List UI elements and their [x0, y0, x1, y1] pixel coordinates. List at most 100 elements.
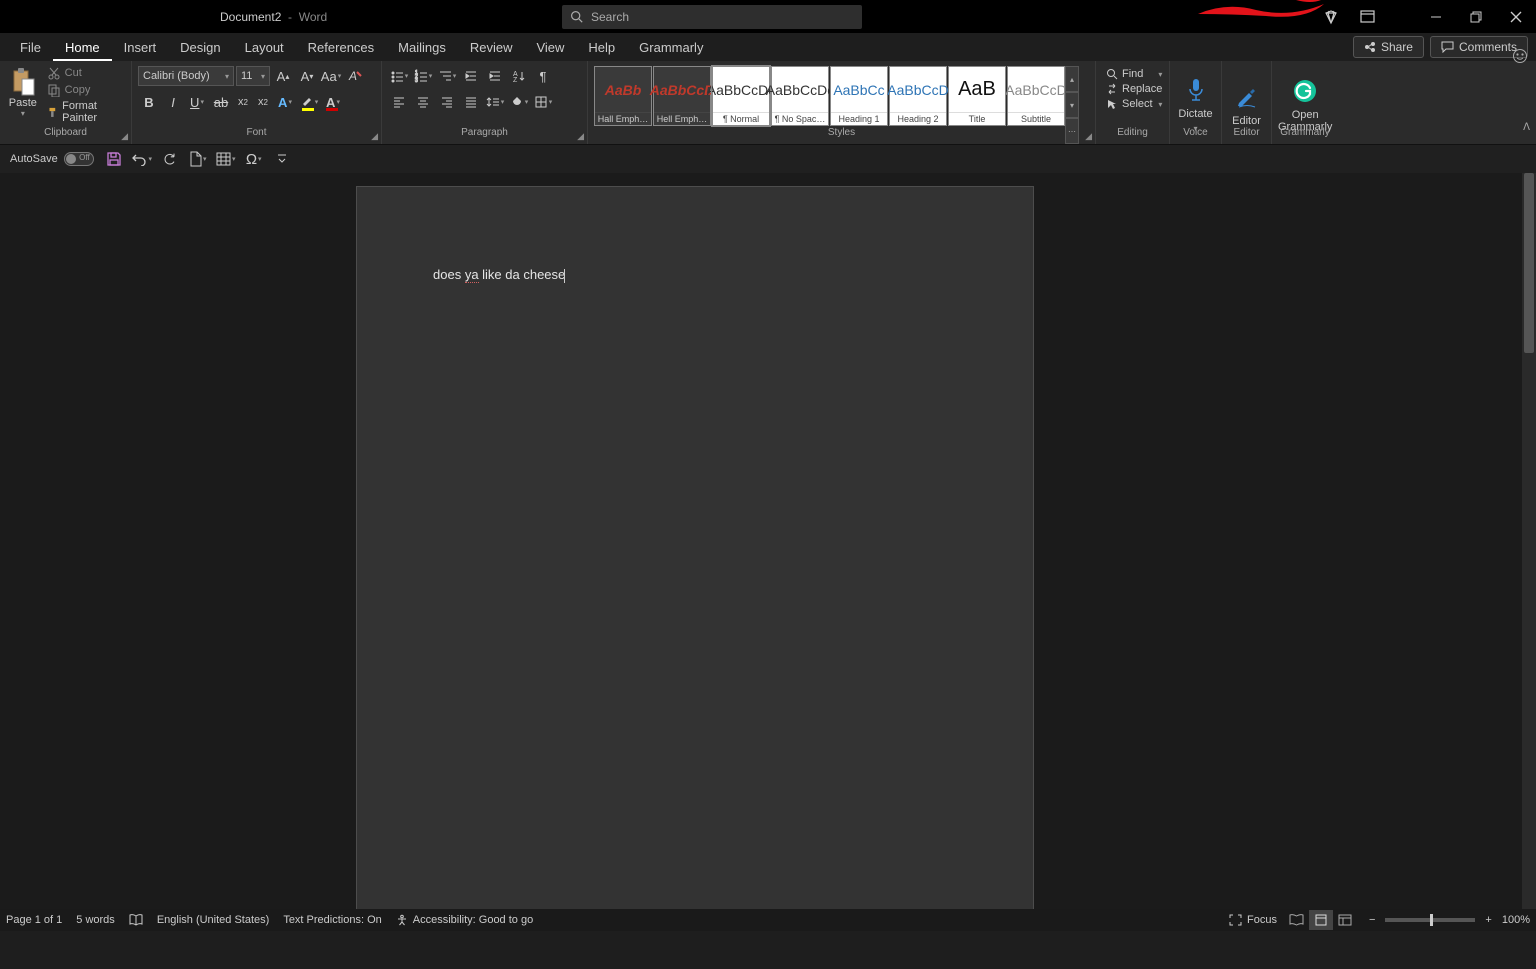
styles-scroll-down-icon[interactable]: ▾ [1065, 92, 1079, 118]
borders-button[interactable]: ▾ [532, 91, 554, 113]
line-spacing-button[interactable]: ▾ [484, 91, 506, 113]
spellcheck-status[interactable] [129, 914, 143, 926]
qat-customize-button[interactable] [270, 147, 294, 171]
text-effects-button[interactable]: A▾ [274, 91, 296, 113]
save-button[interactable] [102, 147, 126, 171]
show-paragraph-marks-button[interactable]: ¶ [532, 65, 554, 87]
document-page[interactable]: does ya like da cheese [356, 186, 1034, 909]
dialog-launcher-icon[interactable]: ◢ [577, 131, 584, 142]
tab-insert[interactable]: Insert [112, 35, 169, 61]
style-heading-2[interactable]: AaBbCcDHeading 2 [889, 66, 947, 126]
language-status[interactable]: English (United States) [157, 914, 270, 926]
align-center-button[interactable] [412, 91, 434, 113]
tab-file[interactable]: File [8, 35, 53, 61]
tab-review[interactable]: Review [458, 35, 525, 61]
style--no-spac-[interactable]: AaBbCcDc¶ No Spac… [771, 66, 829, 126]
styles-scroll-up-icon[interactable]: ▴ [1065, 66, 1079, 92]
chevron-down-icon: ▾ [21, 109, 25, 118]
vertical-scrollbar[interactable] [1522, 173, 1536, 909]
tab-view[interactable]: View [524, 35, 576, 61]
sort-button[interactable]: AZ [508, 65, 530, 87]
tab-design[interactable]: Design [168, 35, 232, 61]
style-hell-emph-[interactable]: AaBbCcDHell Emph… [653, 66, 711, 126]
font-color-button[interactable]: A▾ [322, 91, 344, 113]
underline-button[interactable]: U▾ [186, 91, 208, 113]
redo-button[interactable] [158, 147, 182, 171]
zoom-slider-thumb[interactable] [1430, 914, 1433, 926]
align-left-button[interactable] [388, 91, 410, 113]
tab-references[interactable]: References [296, 35, 386, 61]
multilevel-list-button[interactable]: ▾ [436, 65, 458, 87]
strikethrough-button[interactable]: ab [210, 91, 232, 113]
restore-button[interactable] [1456, 0, 1496, 33]
shading-button[interactable]: ▾ [508, 91, 530, 113]
tab-help[interactable]: Help [576, 35, 627, 61]
bold-button[interactable]: B [138, 91, 160, 113]
undo-button[interactable]: ▾ [130, 147, 154, 171]
read-mode-button[interactable] [1285, 910, 1309, 930]
font-size-combo[interactable]: 11▾ [236, 66, 270, 86]
replace-button[interactable]: Replace [1102, 82, 1166, 96]
font-name-combo[interactable]: Calibri (Body)▾ [138, 66, 234, 86]
focus-mode-button[interactable]: Focus [1229, 914, 1277, 926]
format-painter-button[interactable]: Format Painter [44, 99, 125, 125]
text-predictions-status[interactable]: Text Predictions: On [283, 914, 381, 926]
tab-home[interactable]: Home [53, 35, 112, 61]
style-title[interactable]: AaBTitle [948, 66, 1006, 126]
cut-button[interactable]: Cut [44, 65, 125, 81]
zoom-out-button[interactable]: − [1365, 914, 1379, 926]
dialog-launcher-icon[interactable]: ◢ [371, 131, 378, 142]
close-button[interactable] [1496, 0, 1536, 33]
group-label: Font [132, 127, 381, 143]
decrease-font-size-button[interactable]: A▾ [296, 65, 318, 87]
ribbon-display-options-icon[interactable] [1350, 10, 1384, 23]
find-button[interactable]: Find▾ [1102, 67, 1166, 81]
copy-button[interactable]: Copy [44, 82, 125, 98]
print-layout-button[interactable] [1309, 910, 1333, 930]
tab-grammarly[interactable]: Grammarly [627, 35, 715, 61]
style--normal[interactable]: AaBbCcDc¶ Normal [712, 66, 770, 126]
superscript-button[interactable]: x2 [254, 91, 272, 113]
increase-font-size-button[interactable]: A▴ [272, 65, 294, 87]
style-heading-1[interactable]: AaBbCcHeading 1 [830, 66, 888, 126]
symbol-button[interactable]: Ω▾ [242, 147, 266, 171]
subscript-button[interactable]: x2 [234, 91, 252, 113]
web-layout-button[interactable] [1333, 910, 1357, 930]
tab-layout[interactable]: Layout [233, 35, 296, 61]
minimize-button[interactable] [1416, 0, 1456, 33]
tab-mailings[interactable]: Mailings [386, 35, 458, 61]
zoom-slider[interactable] [1385, 918, 1475, 922]
style-hall-emph-[interactable]: AaBbHall Emph… [594, 66, 652, 126]
justify-button[interactable] [460, 91, 482, 113]
zoom-in-button[interactable]: + [1481, 914, 1495, 926]
italic-button[interactable]: I [162, 91, 184, 113]
bullets-button[interactable]: ▾ [388, 65, 410, 87]
increase-indent-button[interactable] [484, 65, 506, 87]
autosave-toggle[interactable]: AutoSave Off [6, 152, 98, 166]
highlight-color-button[interactable]: ▾ [298, 91, 320, 113]
dialog-launcher-icon[interactable]: ◢ [121, 131, 128, 142]
status-bar: Page 1 of 1 5 words English (United Stat… [0, 909, 1536, 931]
premium-diamond-icon[interactable] [1314, 9, 1348, 25]
search-box[interactable]: Search [562, 5, 862, 29]
change-case-button[interactable]: Aa▾ [320, 65, 342, 87]
style-subtitle[interactable]: AaBbCcDSubtitle [1007, 66, 1065, 126]
share-button[interactable]: Share [1353, 36, 1424, 58]
select-button[interactable]: Select▾ [1102, 97, 1166, 111]
table-button[interactable]: ▾ [214, 147, 238, 171]
clear-formatting-button[interactable]: A [344, 65, 366, 87]
new-doc-button[interactable]: ▾ [186, 147, 210, 171]
document-text[interactable]: does ya like da cheese [433, 267, 565, 283]
accessibility-status[interactable]: Accessibility: Good to go [396, 914, 533, 926]
autosave-switch[interactable]: Off [64, 152, 94, 166]
dialog-launcher-icon[interactable]: ◢ [1085, 131, 1092, 142]
decrease-indent-button[interactable] [460, 65, 482, 87]
scrollbar-thumb[interactable] [1524, 173, 1534, 353]
align-right-button[interactable] [436, 91, 458, 113]
view-mode-buttons [1285, 910, 1357, 930]
zoom-level-label[interactable]: 100% [1502, 914, 1530, 926]
style-preview: AaBbCcD [890, 67, 946, 112]
word-count-status[interactable]: 5 words [76, 914, 115, 926]
numbering-button[interactable]: 123▾ [412, 65, 434, 87]
page-number-status[interactable]: Page 1 of 1 [6, 914, 62, 926]
